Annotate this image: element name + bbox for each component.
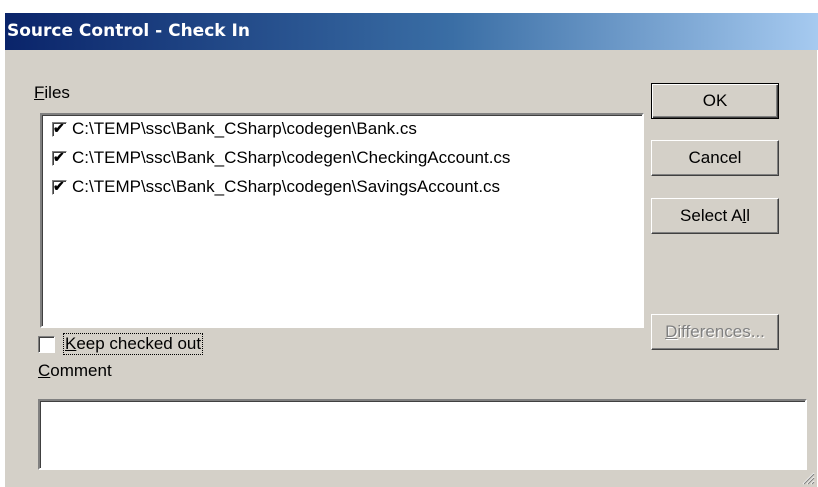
dialog-title: Source Control - Check In: [7, 21, 250, 41]
select-all-button[interactable]: Select All: [651, 198, 779, 234]
file-item[interactable]: ✔ C:\TEMP\ssc\Bank_CSharp\codegen\Checki…: [52, 145, 510, 171]
resize-grip-icon[interactable]: [801, 471, 815, 485]
file-item[interactable]: ✔ C:\TEMP\ssc\Bank_CSharp\codegen\Saving…: [52, 174, 500, 200]
differences-button[interactable]: Differences...: [651, 314, 779, 350]
file-path: C:\TEMP\ssc\Bank_CSharp\codegen\Checking…: [72, 148, 511, 167]
file-checkbox[interactable]: ✔: [52, 119, 67, 137]
checkmark-icon: ✔: [53, 177, 65, 194]
file-item[interactable]: ✔ C:\TEMP\ssc\Bank_CSharp\codegen\Bank.c…: [52, 116, 417, 142]
checkmark-icon: ✔: [53, 119, 65, 136]
comment-label: Comment: [38, 361, 112, 380]
keep-checked-out-checkbox[interactable]: [38, 335, 55, 353]
file-path: C:\TEMP\ssc\Bank_CSharp\codegen\Bank.cs: [72, 119, 417, 138]
files-label: Files: [34, 83, 70, 102]
files-list[interactable]: ✔ C:\TEMP\ssc\Bank_CSharp\codegen\Bank.c…: [40, 113, 644, 328]
keep-checked-out-label: Keep checked out: [63, 333, 204, 355]
title-bar[interactable]: Source Control - Check In: [5, 13, 818, 50]
file-path: C:\TEMP\ssc\Bank_CSharp\codegen\SavingsA…: [72, 177, 501, 196]
cancel-button[interactable]: Cancel: [651, 140, 779, 176]
file-checkbox[interactable]: ✔: [52, 177, 67, 195]
keep-checked-out-option[interactable]: Keep checked out: [38, 331, 204, 357]
check-in-dialog: Source Control - Check In Files ✔ C:\TEM…: [4, 12, 818, 487]
comment-field[interactable]: [38, 399, 807, 470]
ok-button[interactable]: OK: [651, 83, 779, 119]
checkmark-icon: ✔: [53, 148, 65, 165]
file-checkbox[interactable]: ✔: [52, 148, 67, 166]
